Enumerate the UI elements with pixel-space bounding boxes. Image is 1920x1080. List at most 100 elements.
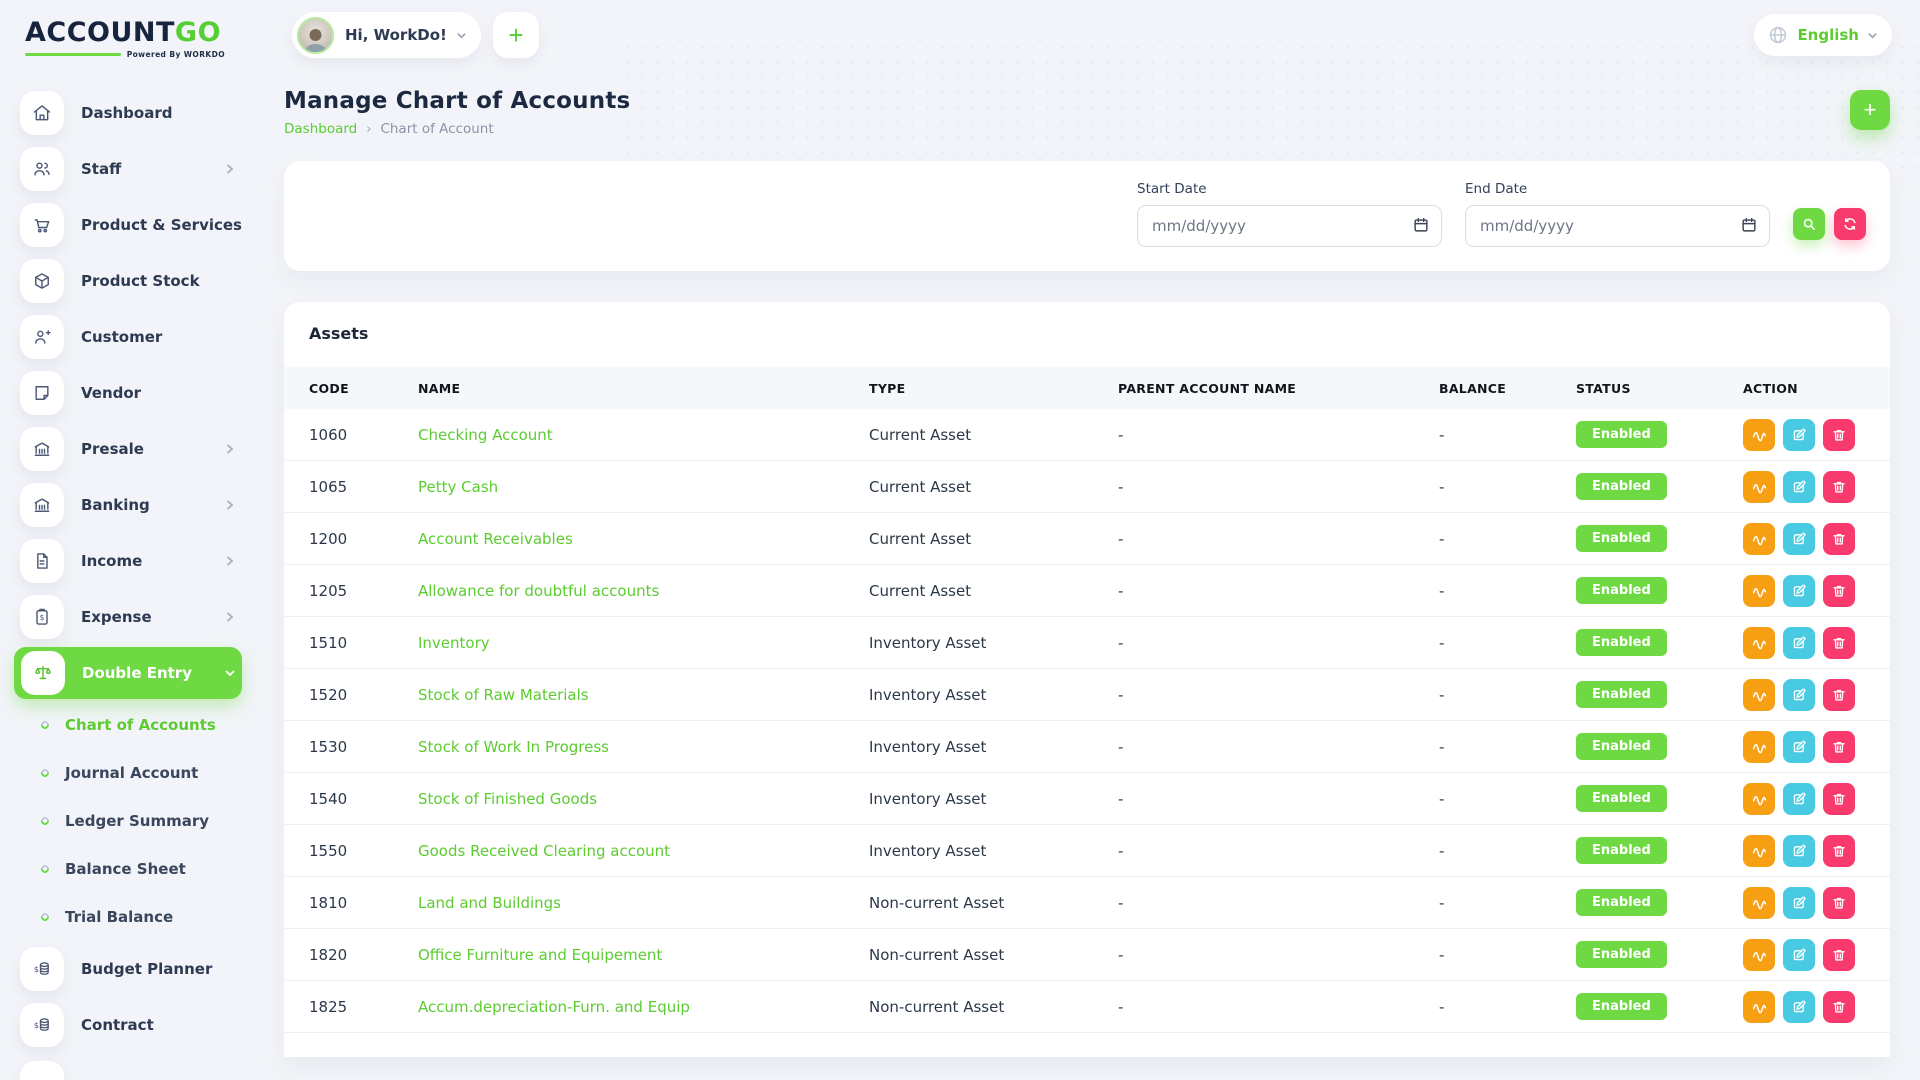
sidebar-subitem-ledger-summary[interactable]: Ledger Summary <box>0 797 260 845</box>
sidebar-item-banking[interactable]: Banking <box>0 477 260 533</box>
delete-button[interactable] <box>1823 679 1855 711</box>
account-name-link[interactable]: Checking Account <box>418 426 869 444</box>
transactions-button[interactable] <box>1743 419 1775 451</box>
row-actions <box>1743 627 1890 659</box>
parent-account-name: - <box>1118 738 1439 756</box>
sidebar-item-dashboard[interactable]: Dashboard <box>0 85 260 141</box>
delete-button[interactable] <box>1823 835 1855 867</box>
reset-filter-button[interactable] <box>1834 208 1866 240</box>
delete-button[interactable] <box>1823 575 1855 607</box>
trash-icon <box>1831 427 1847 443</box>
transactions-button[interactable] <box>1743 627 1775 659</box>
account-name-link[interactable]: Inventory <box>418 634 869 652</box>
status-badge: Enabled <box>1576 473 1667 500</box>
sidebar-item-budget-planner[interactable]: $ Budget Planner <box>0 941 260 997</box>
edit-button[interactable] <box>1783 783 1815 815</box>
start-date-input[interactable] <box>1137 205 1442 247</box>
edit-button[interactable] <box>1783 471 1815 503</box>
app-logo[interactable]: ACCOUNTGO Powered By WORKDO <box>0 10 225 59</box>
delete-button[interactable] <box>1823 627 1855 659</box>
status-badge: Enabled <box>1576 681 1667 708</box>
transactions-button[interactable] <box>1743 939 1775 971</box>
end-date-input[interactable] <box>1465 205 1770 247</box>
account-name-link[interactable]: Allowance for doubtful accounts <box>418 582 869 600</box>
start-date-group: Start Date <box>1137 181 1442 247</box>
row-actions <box>1743 679 1890 711</box>
edit-button[interactable] <box>1783 731 1815 763</box>
delete-button[interactable] <box>1823 939 1855 971</box>
chevron-right-icon <box>224 611 236 623</box>
edit-button[interactable] <box>1783 887 1815 919</box>
account-name-link[interactable]: Office Furniture and Equipement <box>418 946 869 964</box>
sidebar-subitem-chart-of-accounts[interactable]: Chart of Accounts <box>0 701 260 749</box>
sidebar-item-double-entry[interactable]: Double Entry <box>0 645 260 701</box>
delete-button[interactable] <box>1823 991 1855 1023</box>
edit-button[interactable] <box>1783 679 1815 711</box>
refresh-icon <box>1842 216 1858 232</box>
sidebar-item-presale[interactable]: Presale <box>0 421 260 477</box>
add-account-button[interactable]: + <box>1850 90 1890 130</box>
delete-button[interactable] <box>1823 471 1855 503</box>
transactions-button[interactable] <box>1743 783 1775 815</box>
transactions-button[interactable] <box>1743 679 1775 711</box>
edit-button[interactable] <box>1783 575 1815 607</box>
edit-button[interactable] <box>1783 939 1815 971</box>
sidebar-item-contract[interactable]: $ Contract <box>0 997 260 1053</box>
delete-button[interactable] <box>1823 783 1855 815</box>
sidebar-subitem-journal-account[interactable]: Journal Account <box>0 749 260 797</box>
account-name-link[interactable]: Goods Received Clearing account <box>418 842 869 860</box>
column-header-type: TYPE <box>869 381 1118 396</box>
edit-pencil-icon <box>1791 739 1807 755</box>
edit-pencil-icon <box>1791 635 1807 651</box>
language-selector[interactable]: English <box>1754 14 1892 56</box>
transactions-button[interactable] <box>1743 575 1775 607</box>
edit-button[interactable] <box>1783 627 1815 659</box>
sidebar-item-partial[interactable] <box>0 1055 260 1080</box>
delete-button[interactable] <box>1823 419 1855 451</box>
sidebar-item-customer[interactable]: Customer <box>0 309 260 365</box>
account-name-link[interactable]: Stock of Work In Progress <box>418 738 869 756</box>
account-name-link[interactable]: Land and Buildings <box>418 894 869 912</box>
transactions-button[interactable] <box>1743 991 1775 1023</box>
breadcrumb-dashboard-link[interactable]: Dashboard <box>284 121 357 137</box>
edit-button[interactable] <box>1783 835 1815 867</box>
account-code: 1810 <box>309 894 418 912</box>
trash-icon <box>1831 739 1847 755</box>
wave-icon <box>1751 998 1768 1015</box>
user-menu[interactable]: Hi, WorkDo! <box>292 12 481 58</box>
apply-filter-button[interactable] <box>1793 208 1825 240</box>
sidebar-item-product-services[interactable]: Product & Services <box>0 197 260 253</box>
sidebar-nav: Dashboard Staff Product & Services Produ… <box>0 85 260 1080</box>
account-name-link[interactable]: Petty Cash <box>418 478 869 496</box>
column-header-balance: BALANCE <box>1439 381 1576 396</box>
edit-button[interactable] <box>1783 523 1815 555</box>
transactions-button[interactable] <box>1743 523 1775 555</box>
edit-button[interactable] <box>1783 419 1815 451</box>
chevron-right-icon <box>224 163 236 175</box>
transactions-button[interactable] <box>1743 731 1775 763</box>
trash-icon <box>1831 531 1847 547</box>
transactions-button[interactable] <box>1743 887 1775 919</box>
account-name-link[interactable]: Stock of Finished Goods <box>418 790 869 808</box>
sidebar-item-staff[interactable]: Staff <box>0 141 260 197</box>
sidebar-subitem-label: Journal Account <box>65 764 198 782</box>
delete-button[interactable] <box>1823 731 1855 763</box>
quick-add-button[interactable]: + <box>493 12 539 58</box>
sidebar-item-vendor[interactable]: Vendor <box>0 365 260 421</box>
delete-button[interactable] <box>1823 887 1855 919</box>
sidebar-subitem-trial-balance[interactable]: Trial Balance <box>0 893 260 941</box>
edit-button[interactable] <box>1783 991 1815 1023</box>
account-name-link[interactable]: Account Receivables <box>418 530 869 548</box>
sidebar-item-income[interactable]: Income <box>0 533 260 589</box>
row-actions <box>1743 471 1890 503</box>
transactions-button[interactable] <box>1743 835 1775 867</box>
sidebar-subitem-balance-sheet[interactable]: Balance Sheet <box>0 845 260 893</box>
edit-pencil-icon <box>1791 895 1807 911</box>
sidebar-item-expense[interactable]: $ Expense <box>0 589 260 645</box>
account-name-link[interactable]: Accum.depreciation-Furn. and Equip <box>418 998 869 1016</box>
account-balance: - <box>1439 842 1576 860</box>
sidebar-item-product-stock[interactable]: Product Stock <box>0 253 260 309</box>
account-name-link[interactable]: Stock of Raw Materials <box>418 686 869 704</box>
transactions-button[interactable] <box>1743 471 1775 503</box>
delete-button[interactable] <box>1823 523 1855 555</box>
